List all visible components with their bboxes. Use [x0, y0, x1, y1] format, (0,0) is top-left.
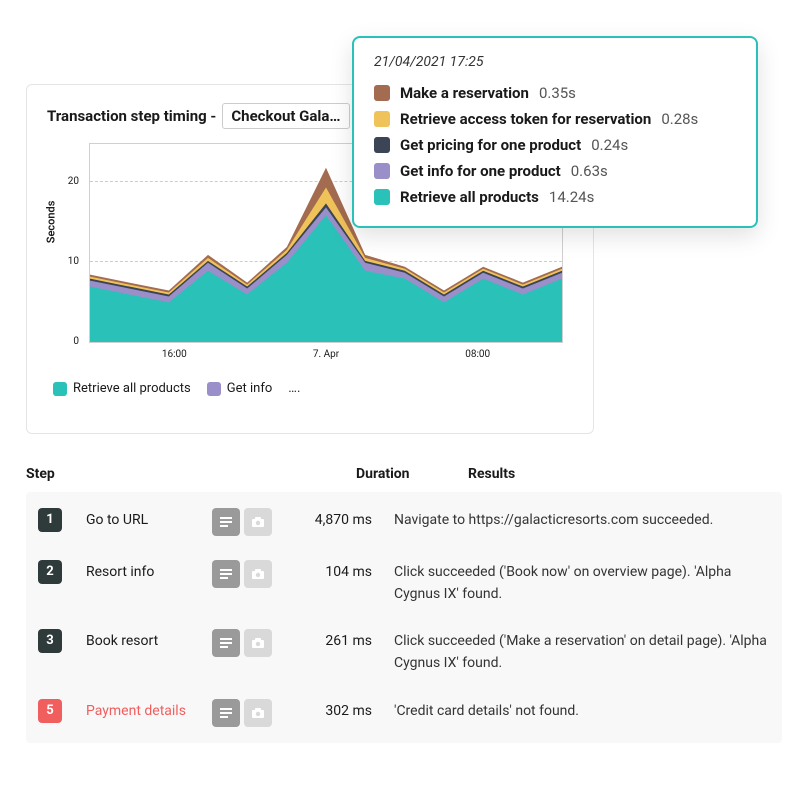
tooltip-swatch — [374, 85, 390, 101]
step-duration: 4,870 ms — [282, 508, 372, 532]
chart-selector[interactable]: Checkout Gala… — [222, 103, 349, 129]
step-duration: 261 ms — [282, 629, 372, 653]
table-row: 2Resort info 104 msClick succeeded ('Book… — [26, 548, 782, 617]
tooltip-swatch — [374, 163, 390, 179]
tooltip-timestamp: 21/04/2021 17:25 — [374, 54, 736, 70]
legend-item[interactable]: Retrieve all products — [53, 381, 191, 396]
tooltip-label: Get info for one product — [400, 162, 561, 180]
step-name: Book resort — [62, 629, 212, 653]
tooltip-row: Get info for one product 0.63s — [374, 158, 736, 184]
tooltip-label: Make a reservation — [400, 84, 529, 102]
chart-legend: Retrieve all products Get info …. — [53, 381, 573, 396]
step-name: Go to URL — [62, 508, 212, 532]
legend-swatch — [53, 382, 67, 396]
col-header-results: Results — [446, 466, 782, 482]
x-tick: 16:00 — [162, 349, 187, 360]
legend-swatch — [207, 382, 221, 396]
camera-icon[interactable] — [244, 508, 272, 536]
y-tick: 0 — [59, 336, 79, 347]
tooltip-value: 0.28s — [661, 110, 698, 128]
y-axis-label: Seconds — [45, 201, 58, 244]
step-actions — [212, 560, 282, 588]
tooltip-label: Retrieve access token for reservation — [400, 110, 651, 128]
step-actions — [212, 508, 282, 536]
step-number-badge: 3 — [38, 629, 62, 653]
table-row: 1Go to URL 4,870 msNavigate to https://ga… — [26, 496, 782, 548]
step-result: Click succeeded ('Make a reservation' on… — [372, 629, 770, 674]
tooltip-label: Retrieve all products — [400, 188, 539, 206]
chart-title-prefix: Transaction step timing - — [47, 107, 216, 125]
x-ticks: 16:00 7. Apr 08:00 — [89, 349, 563, 365]
tooltip-label: Get pricing for one product — [400, 136, 581, 154]
step-duration: 302 ms — [282, 699, 372, 723]
x-tick: 08:00 — [465, 349, 490, 360]
tooltip-row: Retrieve access token for reservation 0.… — [374, 106, 736, 132]
list-icon[interactable] — [212, 508, 240, 536]
table-body: 1Go to URL 4,870 msNavigate to https://ga… — [26, 492, 782, 743]
col-header-step: Step — [26, 466, 76, 482]
step-number-badge: 5 — [38, 699, 62, 723]
table-row: 5Payment details 302 ms'Credit card detai… — [26, 687, 782, 739]
tooltip-swatch — [374, 137, 390, 153]
tooltip-row: Retrieve all products 14.24s — [374, 184, 736, 210]
step-result: Navigate to https://galacticresorts.com … — [372, 508, 770, 532]
tooltip-swatch — [374, 189, 390, 205]
table-header: Step Duration Results — [26, 466, 782, 492]
step-name: Resort info — [62, 560, 212, 584]
y-tick: 10 — [59, 256, 79, 267]
tooltip-value: 14.24s — [549, 188, 594, 206]
camera-icon[interactable] — [244, 629, 272, 657]
chart-tooltip: 21/04/2021 17:25 Make a reservation 0.35… — [352, 36, 758, 228]
tooltip-value: 0.24s — [591, 136, 628, 154]
step-number-badge: 2 — [38, 560, 62, 584]
y-tick: 20 — [59, 176, 79, 187]
camera-icon[interactable] — [244, 560, 272, 588]
list-icon[interactable] — [212, 560, 240, 588]
tooltip-row: Get pricing for one product 0.24s — [374, 132, 736, 158]
legend-item[interactable]: Get info — [207, 381, 273, 396]
step-number-badge: 1 — [38, 508, 62, 532]
step-duration: 104 ms — [282, 560, 372, 584]
col-header-duration: Duration — [356, 466, 446, 482]
legend-label: Get info — [227, 381, 273, 396]
tooltip-value: 0.63s — [571, 162, 608, 180]
steps-table: Step Duration Results 1Go to URL 4,870 ms… — [26, 466, 782, 743]
legend-label: Retrieve all products — [73, 381, 191, 396]
table-row: 3Book resort 261 msClick succeeded ('Make… — [26, 617, 782, 686]
step-actions — [212, 629, 282, 657]
tooltip-swatch — [374, 111, 390, 127]
x-tick: 7. Apr — [313, 349, 339, 360]
step-result: Click succeeded ('Book now' on overview … — [372, 560, 770, 605]
y-ticks: 0 10 20 — [59, 143, 79, 373]
tooltip-row: Make a reservation 0.35s — [374, 80, 736, 106]
legend-more[interactable]: …. — [288, 381, 300, 396]
camera-icon[interactable] — [244, 699, 272, 727]
list-icon[interactable] — [212, 699, 240, 727]
tooltip-value: 0.35s — [539, 84, 576, 102]
list-icon[interactable] — [212, 629, 240, 657]
step-name: Payment details — [62, 699, 212, 723]
step-result: 'Credit card details' not found. — [372, 699, 770, 723]
step-actions — [212, 699, 282, 727]
